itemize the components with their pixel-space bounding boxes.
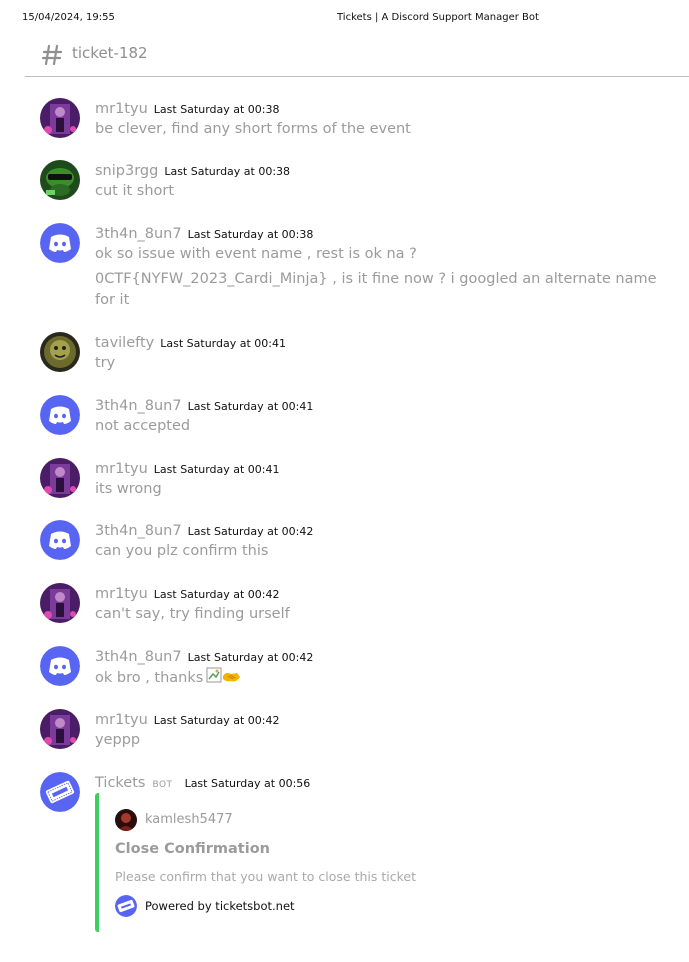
- message-author[interactable]: tavilefty: [95, 335, 154, 351]
- purple-avatar[interactable]: [40, 458, 80, 498]
- bot-tag: BOT: [152, 780, 173, 790]
- message-author[interactable]: Tickets: [95, 775, 145, 791]
- message-timestamp: Last Saturday at 00:42: [187, 525, 314, 538]
- message-timestamp: Last Saturday at 00:38: [187, 228, 314, 241]
- message-timestamp: Last Saturday at 00:41: [153, 463, 280, 476]
- message-content: yeppp: [95, 730, 675, 755]
- message-content: its wrong: [95, 479, 675, 504]
- message-author[interactable]: mr1tyu: [95, 712, 148, 728]
- embed-title: Close Confirmation: [115, 841, 270, 857]
- handshake-emoji: [206, 667, 242, 692]
- print-date: 15/04/2024, 19:55: [22, 12, 115, 23]
- message-text: 0CTF{NYFW_2023_Cardi_Minja} , is it fine…: [95, 271, 657, 308]
- message-text: can't say, try finding urself: [95, 606, 290, 622]
- message-text: ok bro , thanks: [95, 670, 204, 686]
- purple-avatar[interactable]: [40, 98, 80, 138]
- message-text: yeppp: [95, 732, 141, 748]
- channel-header: ticket-182: [25, 38, 689, 77]
- discord-avatar[interactable]: [40, 520, 80, 560]
- message-text: can you plz confirm this: [95, 543, 269, 559]
- message-timestamp: Last Saturday at 00:38: [164, 165, 291, 178]
- message-text: not accepted: [95, 418, 191, 434]
- message-content: can't say, try finding urself: [95, 604, 675, 629]
- message-text: its wrong: [95, 481, 162, 497]
- close-confirmation-embed: kamlesh5477 Close Confirmation Please co…: [95, 793, 659, 932]
- purple-avatar[interactable]: [40, 583, 80, 623]
- channel-name: ticket-182: [72, 44, 148, 62]
- message-content: not accepted: [95, 416, 675, 441]
- message-timestamp: Last Saturday at 00:42: [153, 714, 280, 727]
- message-author[interactable]: 3th4n_8un7: [95, 226, 182, 242]
- green-avatar[interactable]: [40, 160, 80, 200]
- message-timestamp: Last Saturday at 00:42: [187, 651, 314, 664]
- message-content: try: [95, 353, 675, 378]
- message-content: cut it short: [95, 181, 675, 206]
- print-title: Tickets | A Discord Support Manager Bot: [337, 12, 539, 23]
- message-author[interactable]: mr1tyu: [95, 461, 148, 477]
- message-text: be clever, find any short forms of the e…: [95, 121, 411, 137]
- discord-avatar[interactable]: [40, 395, 80, 435]
- hash-icon: [41, 42, 63, 72]
- message-timestamp: Last Saturday at 00:41: [187, 400, 314, 413]
- tickets-footer-icon: [115, 895, 137, 917]
- olive-avatar[interactable]: [40, 332, 80, 372]
- message-text: try: [95, 355, 116, 371]
- message-author[interactable]: mr1tyu: [95, 101, 148, 117]
- message-author[interactable]: snip3rgg: [95, 163, 158, 179]
- message-author[interactable]: mr1tyu: [95, 586, 148, 602]
- message-author[interactable]: 3th4n_8un7: [95, 649, 182, 665]
- message-text: ok so issue with event name , rest is ok…: [95, 246, 417, 262]
- message-text: cut it short: [95, 183, 175, 199]
- message-content: ok bro , thanks: [95, 667, 675, 696]
- message-author[interactable]: 3th4n_8un7: [95, 523, 182, 539]
- embed-description: Please confirm that you want to close th…: [115, 869, 417, 884]
- message-author[interactable]: 3th4n_8un7: [95, 398, 182, 414]
- embed-footer-text: Powered by ticketsbot.net: [145, 899, 295, 913]
- message-timestamp: Last Saturday at 00:41: [160, 337, 286, 350]
- discord-avatar[interactable]: [40, 223, 80, 263]
- message-timestamp: Last Saturday at 00:42: [153, 588, 280, 601]
- message-content: be clever, find any short forms of the e…: [95, 119, 675, 144]
- message-timestamp: Last Saturday at 00:56: [184, 777, 311, 790]
- message-content: ok so issue with event name , rest is ok…: [95, 244, 675, 315]
- tickets-bot-avatar[interactable]: [40, 772, 80, 812]
- message-timestamp: Last Saturday at 00:38: [153, 103, 280, 116]
- print-header: 15/04/2024, 19:55 Tickets | A Discord Su…: [0, 12, 689, 26]
- embed-author-avatar[interactable]: [115, 809, 137, 831]
- discord-avatar[interactable]: [40, 646, 80, 686]
- message-content: can you plz confirm this: [95, 541, 675, 566]
- embed-author-name[interactable]: kamlesh5477: [145, 812, 233, 827]
- purple-avatar[interactable]: [40, 709, 80, 749]
